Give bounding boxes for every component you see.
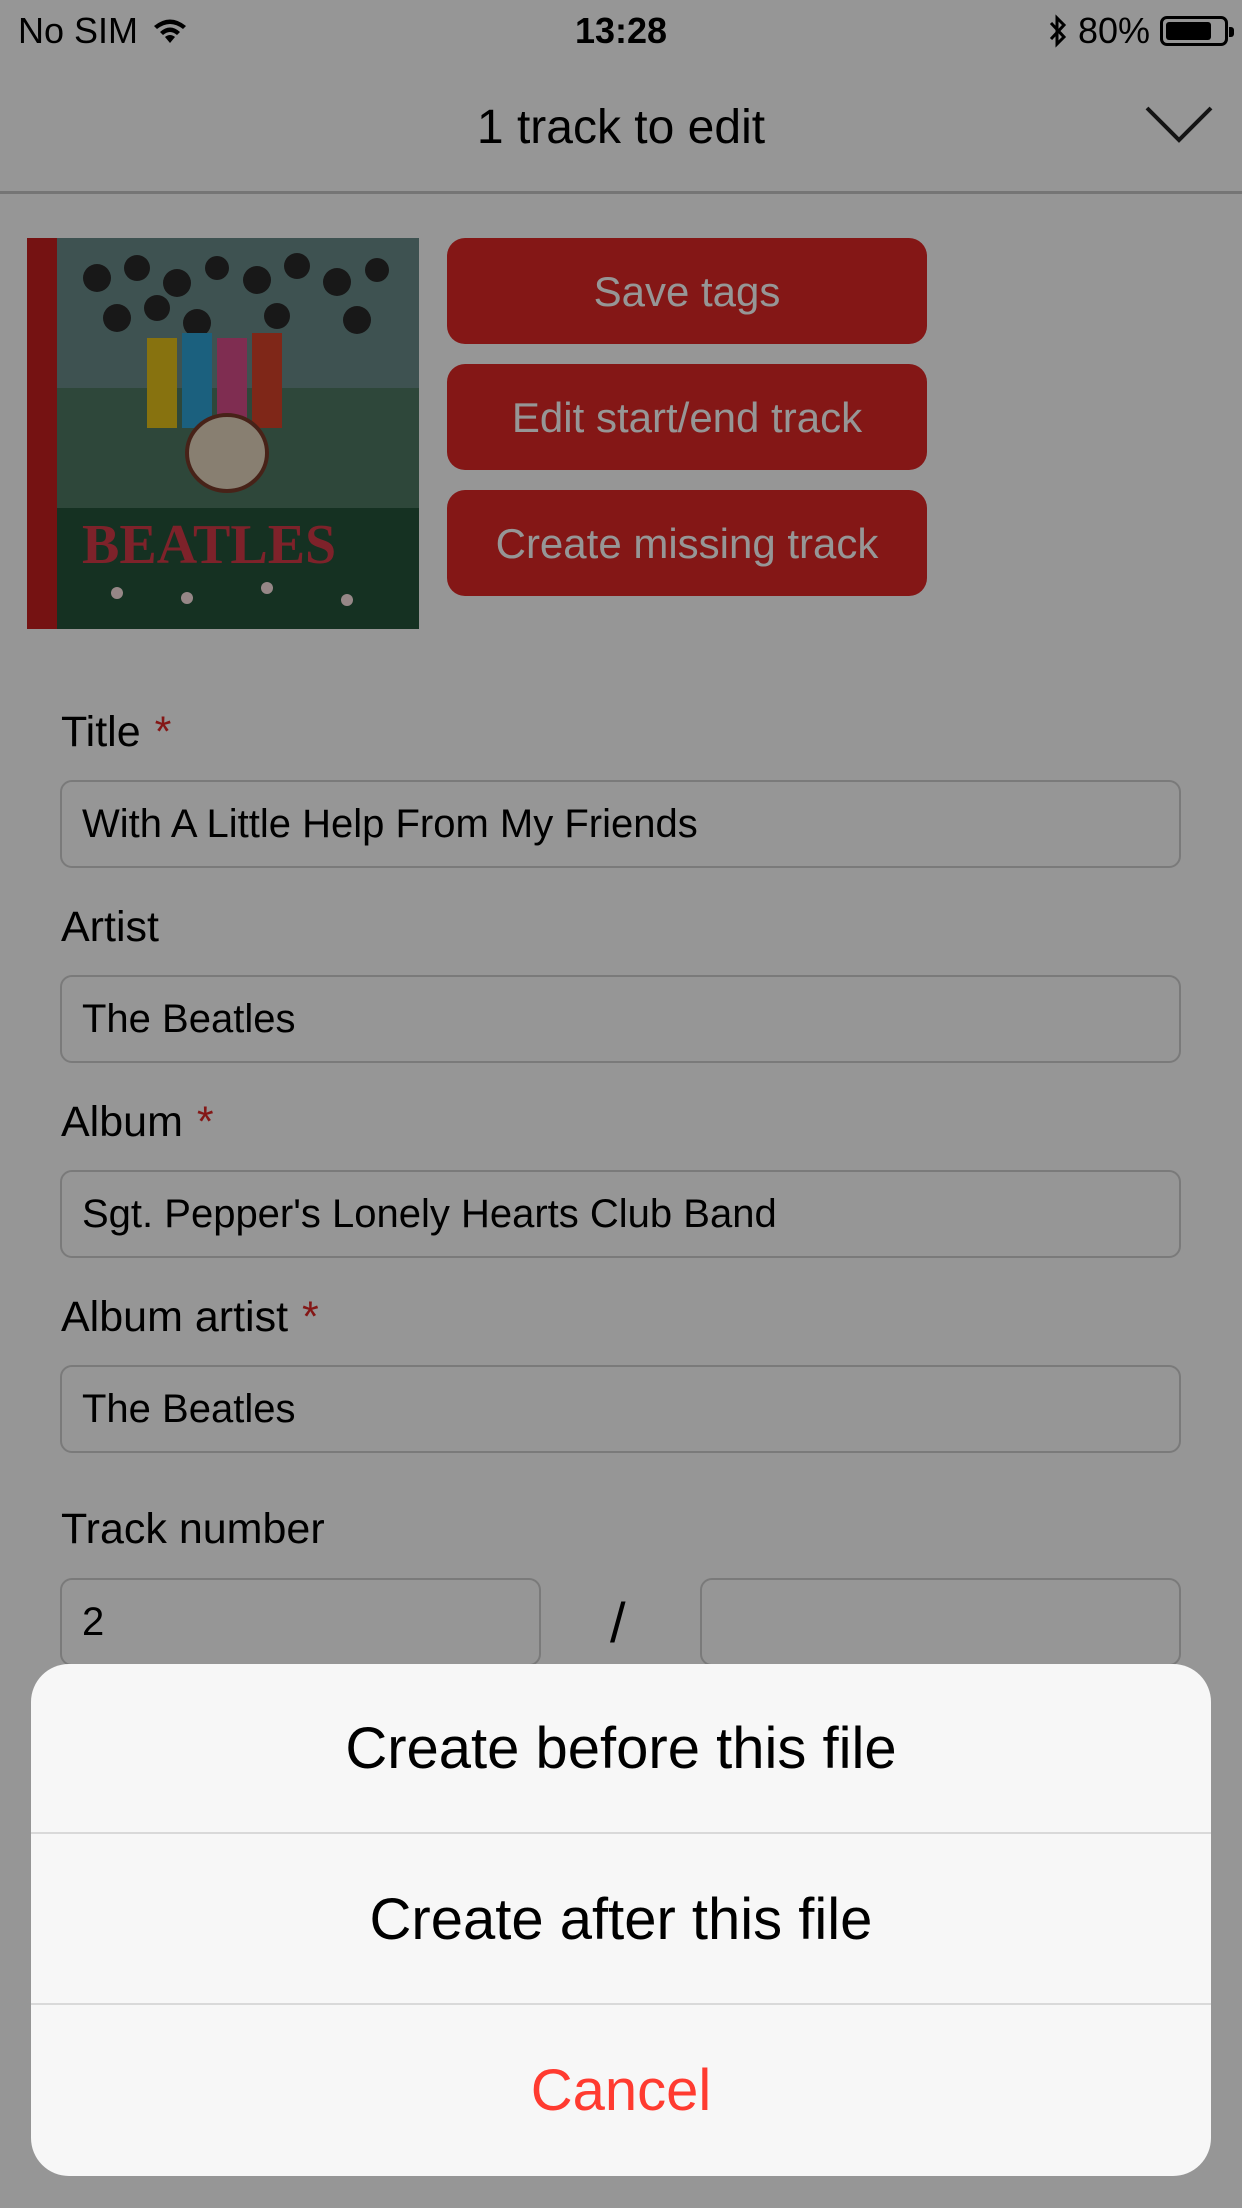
create-before-button[interactable]: Create before this file	[31, 1664, 1211, 1834]
action-sheet: Create before this file Create after thi…	[31, 1664, 1211, 2176]
cancel-button[interactable]: Cancel	[31, 2006, 1211, 2176]
create-after-button[interactable]: Create after this file	[31, 1835, 1211, 2005]
